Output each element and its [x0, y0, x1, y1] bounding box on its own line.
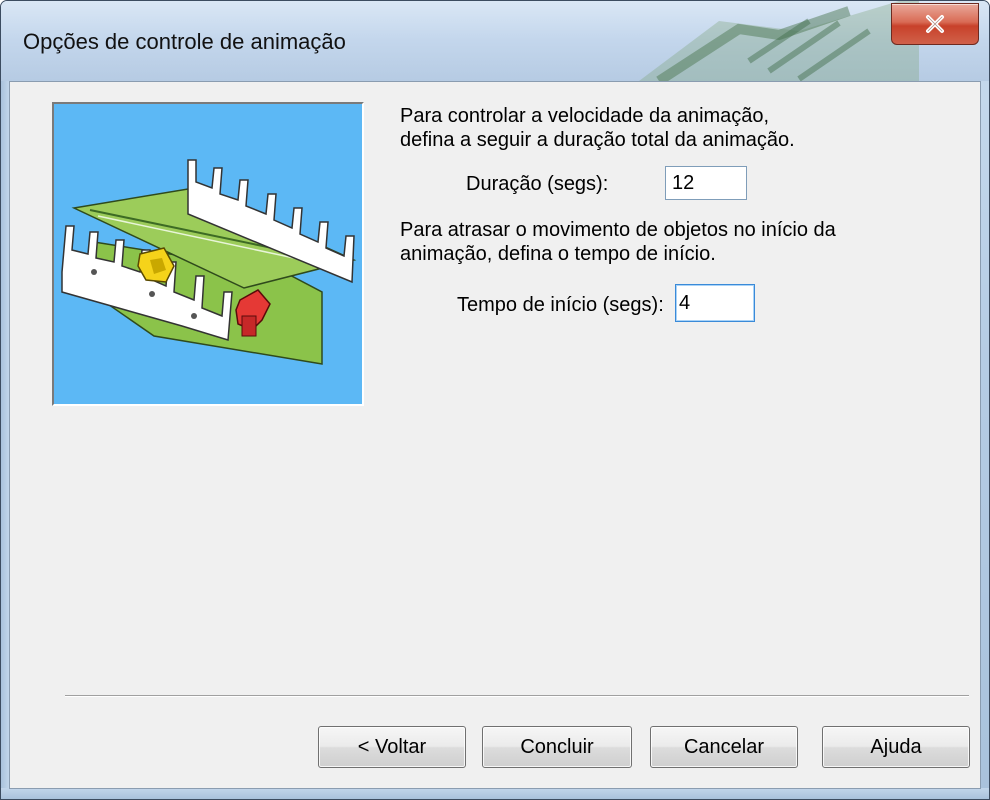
window-frame-bottom	[1, 788, 989, 799]
duration-input[interactable]	[665, 166, 747, 200]
close-icon	[926, 15, 944, 33]
dialog-body: Para controlar a velocidade da animação,…	[9, 81, 981, 789]
footer-separator	[65, 695, 969, 697]
back-button[interactable]: < Voltar	[318, 726, 466, 768]
start-time-input[interactable]	[675, 284, 755, 322]
titlebar-decoration-icon	[639, 1, 919, 81]
delay-description: Para atrasar o movimento de objetos no i…	[400, 218, 920, 266]
speed-description: Para controlar a velocidade da animação,…	[400, 104, 920, 152]
speed-description-line: Para controlar a velocidade da animação,	[400, 105, 770, 127]
cancel-button[interactable]: Cancelar	[650, 726, 798, 768]
close-button[interactable]	[891, 3, 979, 45]
dialog-window: Opções de controle de animação Para cont…	[0, 0, 990, 800]
illustration-frame	[52, 102, 364, 406]
finish-button[interactable]: Concluir	[482, 726, 632, 768]
speed-description-line: defina a seguir a duração total da anima…	[400, 129, 795, 151]
start-time-label: Tempo de início (segs):	[457, 294, 664, 316]
animation-model-illustration	[54, 104, 362, 404]
help-button[interactable]: Ajuda	[822, 726, 970, 768]
title-bar[interactable]: Opções de controle de animação	[1, 1, 989, 81]
window-frame-left	[1, 81, 9, 799]
delay-description-line: Para atrasar o movimento de objetos no i…	[400, 219, 836, 241]
window-title: Opções de controle de animação	[23, 29, 346, 54]
duration-label: Duração (segs):	[466, 173, 609, 195]
delay-description-line: animação, defina o tempo de início.	[400, 243, 716, 265]
